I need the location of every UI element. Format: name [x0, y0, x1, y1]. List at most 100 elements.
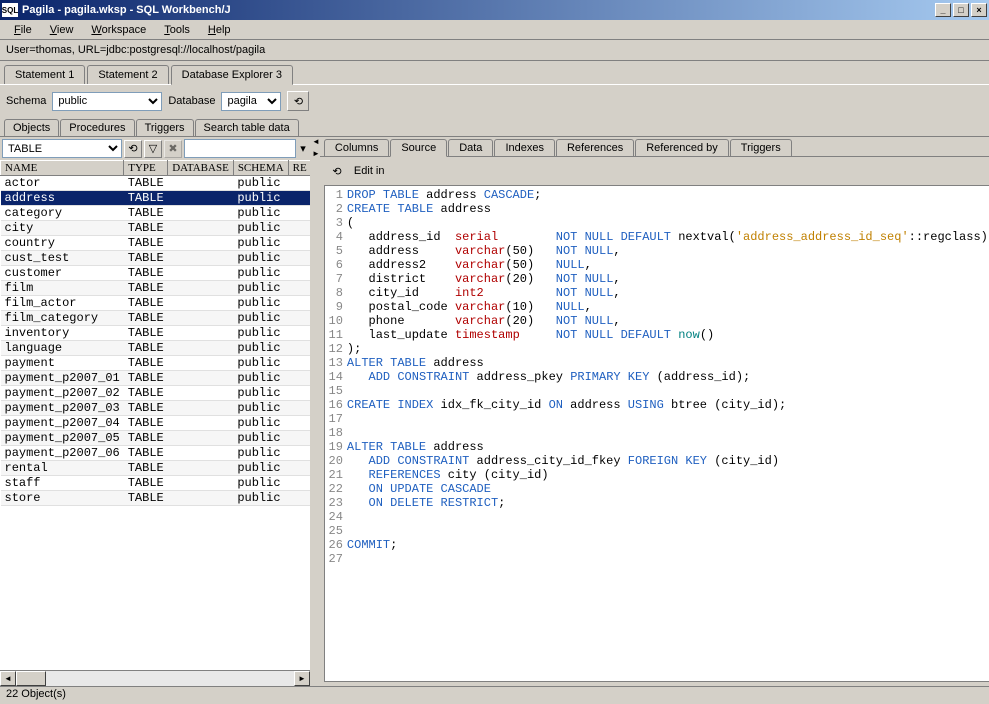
reload-source-button[interactable]: ⟲: [326, 161, 348, 181]
subtab-search[interactable]: Search table data: [195, 119, 299, 136]
scroll-left-icon[interactable]: ◄: [0, 671, 16, 686]
tab-statement-1[interactable]: Statement 1: [4, 65, 85, 84]
code-content: ON DELETE RESTRICT;: [347, 496, 505, 510]
close-button[interactable]: ×: [971, 3, 987, 17]
database-select[interactable]: pagila: [221, 92, 281, 111]
scroll-right-icon[interactable]: ►: [294, 671, 310, 686]
line-number: 9: [325, 300, 347, 314]
cell-schema: public: [233, 296, 288, 311]
cell-schema: public: [233, 356, 288, 371]
table-row[interactable]: actorTABLEpublic: [1, 176, 311, 191]
line-number: 24: [325, 510, 347, 524]
col-name[interactable]: NAME: [1, 161, 124, 176]
object-table[interactable]: NAME TYPE DATABASE SCHEMA RE actorTABLEp…: [0, 160, 310, 506]
object-search-input[interactable]: [184, 139, 296, 158]
table-row[interactable]: payment_p2007_06TABLEpublic: [1, 446, 311, 461]
rtab-references[interactable]: References: [556, 139, 634, 156]
line-number: 27: [325, 552, 347, 566]
cell-database: [168, 416, 234, 431]
sql-line: 25: [325, 524, 989, 538]
subtab-triggers[interactable]: Triggers: [136, 119, 194, 136]
cell-database: [168, 266, 234, 281]
table-row[interactable]: payment_p2007_01TABLEpublic: [1, 371, 311, 386]
rtab-source[interactable]: Source: [390, 139, 447, 157]
table-row[interactable]: inventoryTABLEpublic: [1, 326, 311, 341]
sql-line: 4 address_id serial NOT NULL DEFAULT nex…: [325, 230, 989, 244]
rtab-referenced-by[interactable]: Referenced by: [635, 139, 729, 156]
menu-tools[interactable]: Tools: [156, 22, 198, 38]
tab-database-explorer[interactable]: Database Explorer 3: [171, 65, 293, 85]
col-remarks[interactable]: RE: [288, 161, 310, 176]
line-number: 19: [325, 440, 347, 454]
col-type[interactable]: TYPE: [124, 161, 168, 176]
table-row[interactable]: rentalTABLEpublic: [1, 461, 311, 476]
table-row[interactable]: addressTABLEpublic: [1, 191, 311, 206]
subtab-objects[interactable]: Objects: [4, 119, 59, 137]
table-row[interactable]: film_categoryTABLEpublic: [1, 311, 311, 326]
dropdown-arrow-icon[interactable]: ▾: [298, 142, 308, 155]
edit-in-label: Edit in: [354, 165, 385, 177]
refresh-icon: ⟲: [294, 95, 303, 108]
rtab-indexes[interactable]: Indexes: [494, 139, 555, 156]
subtab-procedures[interactable]: Procedures: [60, 119, 134, 136]
scroll-thumb[interactable]: [16, 671, 46, 686]
reload-objects-button[interactable]: ⟲: [124, 140, 142, 158]
clear-filter-button[interactable]: ✖: [164, 140, 182, 158]
minimize-button[interactable]: _: [935, 3, 951, 17]
sql-line: 10 phone varchar(20) NOT NULL,: [325, 314, 989, 328]
menu-view[interactable]: View: [42, 22, 82, 38]
table-row[interactable]: payment_p2007_02TABLEpublic: [1, 386, 311, 401]
menu-file[interactable]: File: [6, 22, 40, 38]
maximize-button[interactable]: □: [953, 3, 969, 17]
code-content: address varchar(50) NOT NULL,: [347, 244, 621, 258]
table-row[interactable]: countryTABLEpublic: [1, 236, 311, 251]
cell-database: [168, 176, 234, 191]
sql-line: 3(: [325, 216, 989, 230]
cell-database: [168, 206, 234, 221]
menu-help[interactable]: Help: [200, 22, 239, 38]
table-row[interactable]: cust_testTABLEpublic: [1, 251, 311, 266]
table-row[interactable]: payment_p2007_04TABLEpublic: [1, 416, 311, 431]
cell-name: staff: [1, 476, 124, 491]
table-row[interactable]: staffTABLEpublic: [1, 476, 311, 491]
sql-source-editor[interactable]: 1DROP TABLE address CASCADE;2CREATE TABL…: [324, 185, 989, 682]
tab-statement-2[interactable]: Statement 2: [87, 65, 168, 84]
reload-icon: ⟲: [128, 142, 137, 155]
schema-select[interactable]: public: [52, 92, 162, 111]
table-row[interactable]: payment_p2007_05TABLEpublic: [1, 431, 311, 446]
object-type-filter[interactable]: TABLE: [2, 139, 122, 158]
cell-type: TABLE: [124, 401, 168, 416]
table-row[interactable]: categoryTABLEpublic: [1, 206, 311, 221]
pane-splitter[interactable]: ◄ ►: [312, 137, 320, 686]
cell-type: TABLE: [124, 296, 168, 311]
cell-name: actor: [1, 176, 124, 191]
rtab-data[interactable]: Data: [448, 139, 493, 156]
table-row[interactable]: customerTABLEpublic: [1, 266, 311, 281]
col-schema[interactable]: SCHEMA: [233, 161, 288, 176]
table-row[interactable]: cityTABLEpublic: [1, 221, 311, 236]
code-content: DROP TABLE address CASCADE;: [347, 188, 541, 202]
table-row[interactable]: payment_p2007_03TABLEpublic: [1, 401, 311, 416]
table-row[interactable]: film_actorTABLEpublic: [1, 296, 311, 311]
line-number: 11: [325, 328, 347, 342]
cell-schema: public: [233, 416, 288, 431]
rtab-columns[interactable]: Columns: [324, 139, 389, 156]
col-database[interactable]: DATABASE: [168, 161, 234, 176]
cell-type: TABLE: [124, 311, 168, 326]
cell-remarks: [288, 371, 310, 386]
filter-button[interactable]: ▽: [144, 140, 162, 158]
table-row[interactable]: languageTABLEpublic: [1, 341, 311, 356]
table-row[interactable]: filmTABLEpublic: [1, 281, 311, 296]
sql-line: 24: [325, 510, 989, 524]
table-row[interactable]: paymentTABLEpublic: [1, 356, 311, 371]
refresh-button[interactable]: ⟲: [287, 91, 309, 111]
cell-name: payment_p2007_04: [1, 416, 124, 431]
cell-remarks: [288, 326, 310, 341]
cell-type: TABLE: [124, 356, 168, 371]
menu-workspace[interactable]: Workspace: [83, 22, 154, 38]
table-row[interactable]: storeTABLEpublic: [1, 491, 311, 506]
cell-remarks: [288, 491, 310, 506]
cell-schema: public: [233, 311, 288, 326]
horizontal-scrollbar[interactable]: ◄ ►: [0, 670, 310, 686]
rtab-triggers[interactable]: Triggers: [730, 139, 792, 156]
